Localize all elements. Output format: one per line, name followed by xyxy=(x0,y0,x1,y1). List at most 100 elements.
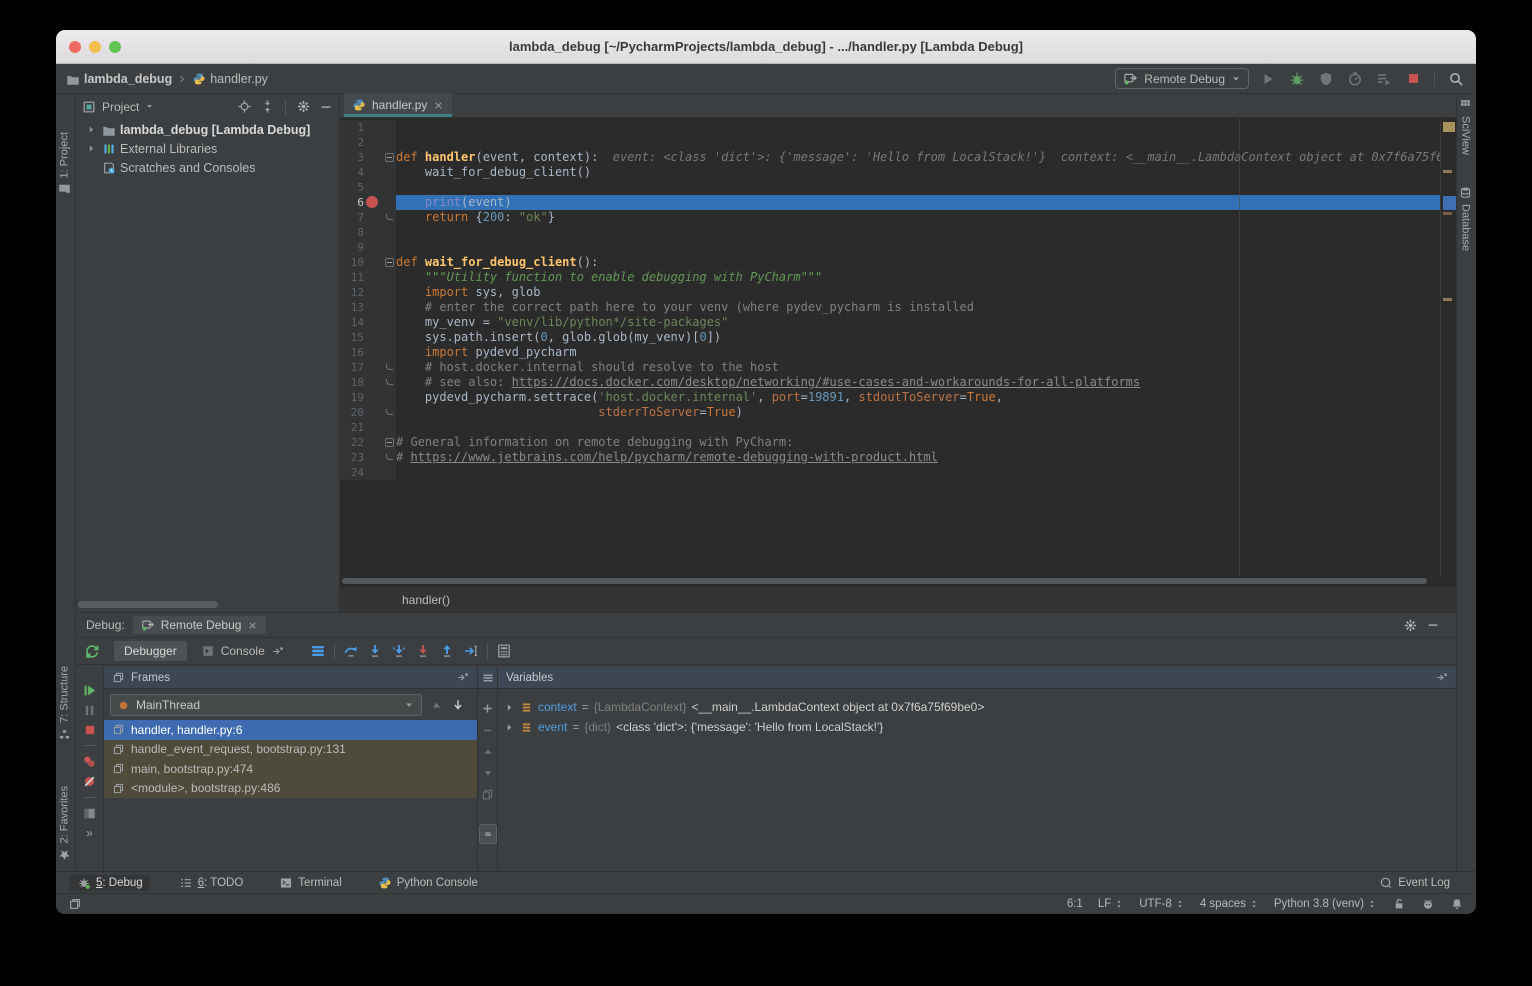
step-over-button[interactable] xyxy=(341,641,361,661)
float-window-icon[interactable] xyxy=(271,645,284,658)
stripe-mark[interactable] xyxy=(1443,122,1455,132)
view-breakpoints-button[interactable] xyxy=(82,754,97,769)
code-line[interactable]: 3def handler(event, context): event: <cl… xyxy=(340,150,1440,165)
project-tree-item[interactable]: External Libraries xyxy=(76,139,339,158)
close-icon[interactable] xyxy=(433,100,444,111)
code-line[interactable]: 18 # see also: https://docs.docker.com/d… xyxy=(340,375,1440,390)
breakpoint-icon[interactable] xyxy=(366,196,378,208)
toolwindow-button--debug[interactable]: 5: Debug xyxy=(70,875,150,891)
step-into-button[interactable] xyxy=(365,641,385,661)
code-line[interactable]: 10def wait_for_debug_client(): xyxy=(340,255,1440,270)
run-with-config-button[interactable] xyxy=(1374,69,1394,89)
toolwindow-button-python-console[interactable]: Python Console xyxy=(371,875,485,891)
gutter[interactable]: 6 xyxy=(340,195,396,210)
project-tree-item[interactable]: Scratches and Consoles xyxy=(76,158,339,177)
code-line[interactable]: 15 sys.path.insert(0, glob.glob(my_venv)… xyxy=(340,330,1440,345)
coverage-button[interactable] xyxy=(1316,69,1336,89)
gutter[interactable]: 16 xyxy=(340,345,396,360)
close-window-button[interactable] xyxy=(69,41,81,53)
gutter[interactable]: 1 xyxy=(340,120,396,135)
fold-marker-icon[interactable] xyxy=(385,258,394,267)
gutter[interactable]: 7 xyxy=(340,210,396,225)
gutter[interactable]: 15 xyxy=(340,330,396,345)
gutter[interactable]: 18 xyxy=(340,375,396,390)
expand-icon[interactable] xyxy=(504,702,515,713)
evaluate-expression-button[interactable] xyxy=(494,641,514,661)
stripe-mark[interactable] xyxy=(1443,212,1452,215)
infinity-toggle[interactable]: ∞ xyxy=(479,824,497,844)
chevron-down-icon[interactable] xyxy=(145,102,154,111)
code-line[interactable]: 23# https://www.jetbrains.com/help/pycha… xyxy=(340,450,1440,465)
locate-file-icon[interactable] xyxy=(237,99,252,114)
project-tree-item[interactable]: lambda_debug [Lambda Debug] xyxy=(76,120,339,139)
code-line[interactable]: 5 xyxy=(340,180,1440,195)
expand-icon[interactable] xyxy=(84,124,98,135)
rerun-debug-button[interactable] xyxy=(82,641,102,661)
toggle-toolwindows-icon[interactable] xyxy=(68,897,82,911)
lock-icon[interactable] xyxy=(1392,897,1406,911)
editor-tab-handler[interactable]: handler.py xyxy=(344,93,452,117)
gutter[interactable]: 5 xyxy=(340,180,396,195)
expand-icon[interactable] xyxy=(84,143,98,154)
stop-button[interactable] xyxy=(1403,69,1423,89)
code-line[interactable]: 20 stderrToServer=True) xyxy=(340,405,1440,420)
stack-frame[interactable]: <module>, bootstrap.py:486 xyxy=(104,779,477,799)
gutter[interactable]: 24 xyxy=(340,465,396,480)
next-frame-button[interactable] xyxy=(451,698,465,712)
previous-frame-button[interactable] xyxy=(430,699,443,712)
code-line[interactable]: 13 # enter the correct path here to your… xyxy=(340,300,1440,315)
run-config-selector[interactable]: Remote Debug xyxy=(1115,68,1249,89)
project-hscrollbar[interactable] xyxy=(78,601,336,608)
gutter[interactable]: 17 xyxy=(340,360,396,375)
gutter[interactable]: 14 xyxy=(340,315,396,330)
close-icon[interactable] xyxy=(247,620,258,631)
stack-frame[interactable]: main, bootstrap.py:474 xyxy=(104,759,477,779)
expand-icon[interactable] xyxy=(504,722,515,733)
remove-watch-button[interactable] xyxy=(481,724,494,737)
gutter[interactable]: 10 xyxy=(340,255,396,270)
hide-panel-icon[interactable] xyxy=(319,100,333,114)
gutter[interactable]: 19 xyxy=(340,390,396,405)
float-window-icon[interactable] xyxy=(1435,671,1448,684)
step-into-my-code-button[interactable] xyxy=(413,641,433,661)
toolwindow-tab-favorites[interactable]: 2: Favorites xyxy=(58,786,71,861)
thread-selector[interactable]: MainThread xyxy=(110,694,422,716)
editor-hscrollbar[interactable] xyxy=(342,578,1438,585)
move-up-button[interactable] xyxy=(482,746,494,758)
code-line[interactable]: 12 import sys, glob xyxy=(340,285,1440,300)
gutter[interactable]: 13 xyxy=(340,300,396,315)
collapse-all-icon[interactable] xyxy=(260,99,275,114)
debug-button[interactable] xyxy=(1287,69,1307,89)
profiler-button[interactable] xyxy=(1345,69,1365,89)
code-line[interactable]: 2 xyxy=(340,135,1440,150)
variable-row[interactable]: context = {LambdaContext} <__main__.Lamb… xyxy=(498,697,1456,717)
mute-breakpoints-button[interactable] xyxy=(82,774,97,789)
status-item[interactable]: 4 spaces xyxy=(1200,898,1259,910)
duplicate-watch-button[interactable] xyxy=(481,788,494,801)
status-item[interactable]: UTF-8 xyxy=(1139,898,1185,910)
force-step-into-button[interactable] xyxy=(389,641,409,661)
gutter[interactable]: 21 xyxy=(340,420,396,435)
gutter[interactable]: 11 xyxy=(340,270,396,285)
variable-row[interactable]: event = {dict} <class 'dict'>: {'message… xyxy=(498,717,1456,737)
gutter[interactable]: 8 xyxy=(340,225,396,240)
run-to-cursor-button[interactable] xyxy=(461,641,481,661)
toolwindow-tab-sciview[interactable]: SciView xyxy=(1459,98,1472,155)
step-out-button[interactable] xyxy=(437,641,457,661)
toolwindow-button-terminal[interactable]: Terminal xyxy=(272,875,348,891)
run-button[interactable] xyxy=(1258,69,1278,89)
status-item[interactable]: Python 3.8 (venv) xyxy=(1274,898,1377,910)
gutter[interactable]: 9 xyxy=(340,240,396,255)
move-down-button[interactable] xyxy=(482,767,494,779)
gutter[interactable]: 4 xyxy=(340,165,396,180)
code-line[interactable]: 17 # host.docker.internal should resolve… xyxy=(340,360,1440,375)
stack-frame[interactable]: handler, handler.py:6 xyxy=(104,720,477,740)
tab-debugger[interactable]: Debugger xyxy=(114,641,187,661)
stop-button[interactable] xyxy=(83,723,97,737)
code-line[interactable]: 22# General information on remote debugg… xyxy=(340,435,1440,450)
menu-icon[interactable] xyxy=(482,672,494,684)
code-line[interactable]: 14 my_venv = "venv/lib/python*/site-pack… xyxy=(340,315,1440,330)
gutter[interactable]: 2 xyxy=(340,135,396,150)
inspections-profile-icon[interactable] xyxy=(1421,897,1435,911)
more-actions-icon[interactable]: » xyxy=(86,826,93,840)
